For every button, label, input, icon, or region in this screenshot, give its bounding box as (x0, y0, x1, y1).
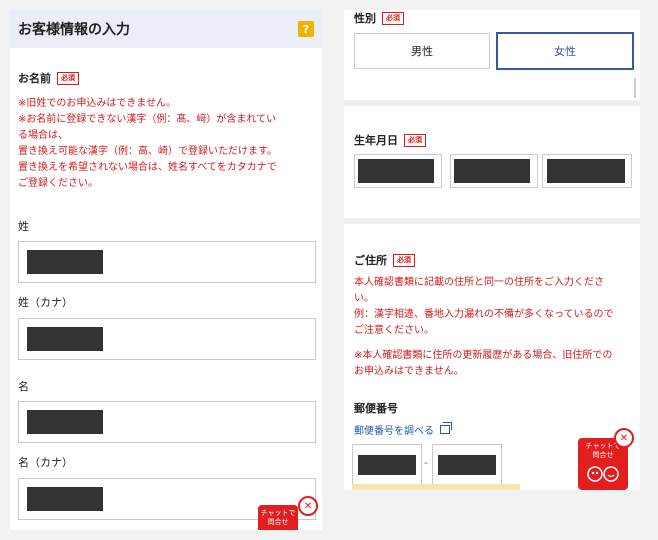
chat-label-line2: 問合せ (267, 518, 289, 526)
postal-code-lookup-link[interactable]: 郵便番号を調べる (354, 422, 452, 437)
section-header: お客様情報の入力 ? (10, 10, 322, 48)
gender-option-male[interactable]: 男性 (354, 33, 490, 69)
address-warning: ※本人確認書類に住所の更新履歴がある場合、旧住所での お申込みはできません。 (354, 348, 638, 380)
postal-code-dash: - (424, 456, 428, 469)
chat-close-icon[interactable]: ✕ (298, 496, 318, 516)
chat-label-line2: 問合せ (592, 451, 614, 459)
required-badge: 必須 (57, 71, 79, 85)
note-line: 例：漢字相違、番地入力漏れの不備が多くなっているので (354, 309, 614, 320)
birthdate-label-row: 生年月日 必須 (354, 132, 426, 148)
address-label: ご住所 (354, 254, 387, 267)
gender-option-female[interactable]: 女性 (496, 32, 634, 70)
external-link-icon (440, 422, 452, 434)
address-label-row: ご住所 必須 (354, 252, 415, 268)
birth-day-select[interactable] (542, 154, 632, 188)
customer-info-form-panel: お客様情報の入力 ? お名前 必須 ※旧姓でのお申込みはできません。 ※お名前に… (10, 10, 322, 530)
redacted-value (27, 487, 103, 511)
help-icon[interactable]: ? (298, 21, 314, 37)
autofill-hint-strip (352, 484, 520, 490)
redacted-value (27, 410, 103, 434)
postal-code-first-input[interactable] (352, 444, 422, 486)
first-name-label: 名 (18, 380, 29, 393)
address-notes: 本人確認書類に記載の住所と同一の住所をご入力くださ い。 例：漢字相違、番地入力… (354, 275, 638, 339)
note-line: ご注意ください。 (354, 325, 434, 336)
note-line: ご登録ください。 (18, 178, 98, 189)
chat-label-line1: チャットで (260, 509, 296, 517)
redacted-value (358, 455, 416, 475)
last-name-label: 姓 (18, 220, 29, 233)
chat-close-icon[interactable]: ✕ (614, 428, 634, 448)
birthdate-label: 生年月日 (354, 134, 398, 147)
last-name-input[interactable] (18, 241, 316, 283)
birth-year-select[interactable] (354, 154, 442, 188)
required-badge: 必須 (382, 11, 404, 25)
postal-link-text: 郵便番号を調べる (354, 426, 434, 437)
last-name-kana-input[interactable] (18, 318, 316, 360)
name-label-row: お名前 必須 (18, 70, 79, 86)
chat-support-button[interactable]: チャットで 問合せ (258, 505, 298, 530)
note-line: 置き換え可能な漢字（例：高、崎）で登録いただけます。 (18, 146, 277, 157)
postal-code-second-input[interactable] (432, 444, 502, 486)
required-badge: 必須 (404, 133, 426, 147)
gender-label-row: 性別 必須 (354, 10, 404, 26)
gender-label: 性別 (354, 12, 376, 25)
note-line: お申込みはできません。 (354, 366, 464, 377)
section-divider (344, 100, 640, 106)
note-line: ※お名前に登録できない漢字（例：髙、﨑）が含まれてい (18, 114, 277, 125)
redacted-value (27, 327, 103, 351)
redacted-value (454, 159, 530, 183)
name-label: お名前 (18, 72, 51, 85)
note-line: 本人確認書類に記載の住所と同一の住所をご入力くださ (354, 277, 604, 288)
required-badge: 必須 (393, 253, 415, 267)
name-notes: ※旧姓でのお申込みはできません。 ※お名前に登録できない漢字（例：髙、﨑）が含ま… (18, 96, 318, 192)
customer-info-form-panel-continued: 性別 必須 男性 女性 生年月日 必須 ご住所 必須 本人確認書類に記載の住所と… (344, 10, 640, 490)
section-title: お客様情報の入力 (18, 22, 130, 38)
first-name-input[interactable] (18, 401, 316, 443)
birth-month-select[interactable] (450, 154, 538, 188)
note-line: い。 (354, 293, 374, 304)
redacted-value (438, 455, 496, 475)
section-divider (344, 218, 640, 224)
last-name-kana-label: 姓（カナ） (18, 296, 73, 309)
redacted-value (547, 159, 625, 183)
note-line: ※旧姓でのお申込みはできません。 (18, 98, 177, 109)
redacted-value (358, 159, 434, 183)
note-line: 置き換えを希望されない場合は、姓名すべてをカタカナで (18, 162, 277, 173)
note-line: ※本人確認書類に住所の更新履歴がある場合、旧住所での (354, 350, 613, 361)
redacted-value (27, 250, 103, 274)
note-line: る場合は、 (18, 130, 68, 141)
postal-code-label: 郵便番号 (354, 402, 398, 415)
scroll-indicator (634, 78, 636, 98)
chat-robot-icon (587, 466, 619, 482)
first-name-kana-label: 名（カナ） (18, 456, 73, 469)
